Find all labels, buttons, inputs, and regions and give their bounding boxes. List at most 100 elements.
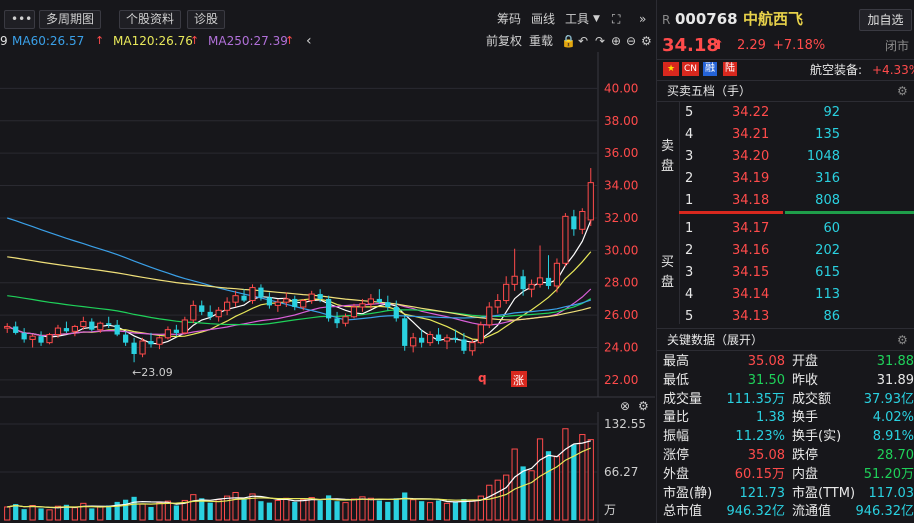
sector-name[interactable]: 航空装备:	[810, 62, 862, 78]
candle[interactable]	[131, 337, 137, 363]
draw-line-button[interactable]: 画线	[531, 11, 555, 28]
candle[interactable]	[13, 321, 19, 335]
key-label: 市盈(TTM)	[792, 485, 856, 501]
candle[interactable]	[579, 208, 586, 235]
fullscreen-icon[interactable]: ⛶	[612, 11, 620, 28]
candle[interactable]	[520, 269, 526, 296]
candle[interactable]	[511, 248, 518, 291]
kline-chart[interactable]: 40.00 38.00 36.00 34.00 32.00 30.00 28.00 26.00…	[0, 52, 655, 523]
key-data-settings-icon[interactable]: ⚙	[897, 332, 908, 348]
candle[interactable]	[587, 168, 594, 227]
zoom-out-icon[interactable]: ⊖	[626, 31, 636, 51]
candle[interactable]	[181, 316, 188, 335]
ask-row[interactable]: 2 34.19 316	[657, 168, 914, 190]
candle[interactable]	[334, 311, 340, 329]
chart-grid	[0, 52, 599, 397]
candle[interactable]	[419, 329, 425, 348]
key-value: 31.88	[876, 354, 914, 369]
candle[interactable]	[503, 276, 510, 304]
candle[interactable]	[164, 326, 172, 340]
candle[interactable]	[199, 300, 205, 316]
candle[interactable]	[241, 289, 247, 303]
candle[interactable]	[63, 321, 70, 333]
add-watchlist-button[interactable]: 加自选	[859, 9, 912, 31]
candle[interactable]	[528, 279, 535, 298]
level: 4	[685, 287, 694, 302]
bid-row[interactable]: 5 34.13 86	[657, 306, 914, 328]
candle[interactable]	[223, 297, 231, 316]
redo-icon[interactable]: ↷	[595, 31, 605, 51]
ask-row[interactable]: 3 34.20 1048	[657, 146, 914, 168]
adjust-button[interactable]: 前复权	[486, 31, 522, 51]
collapse-right-icon[interactable]: »	[639, 11, 646, 28]
candle[interactable]	[215, 307, 222, 322]
key-label: 涨停	[663, 448, 690, 463]
candle[interactable]	[562, 213, 569, 267]
candle[interactable]	[71, 324, 79, 337]
candle[interactable]	[325, 295, 332, 322]
candle[interactable]	[571, 209, 577, 236]
limit-up-marker[interactable]: 涨	[513, 374, 524, 387]
diagnose-button[interactable]: 诊股	[187, 10, 226, 29]
volume-settings-icon[interactable]: ⚙	[638, 399, 649, 413]
volume-close-icon[interactable]: ⊗	[620, 399, 630, 413]
overlay-button[interactable]: 重载	[529, 31, 553, 51]
key-data-row: 外盘 60.15万 内盘 51.20万	[657, 465, 914, 484]
candle[interactable]	[410, 332, 417, 353]
zoom-in-icon[interactable]: ⊕	[611, 31, 621, 51]
candle[interactable]	[376, 289, 382, 304]
candle[interactable]	[123, 331, 129, 346]
candle[interactable]	[486, 302, 493, 329]
candle-body	[587, 182, 594, 221]
multi-period-button[interactable]: 多周期图	[39, 10, 102, 29]
chips-button[interactable]: 筹码	[497, 11, 521, 28]
candle[interactable]	[190, 300, 197, 324]
bid-row[interactable]: 4 34.14 113	[657, 284, 914, 306]
candle[interactable]	[350, 303, 358, 319]
candle[interactable]	[4, 323, 11, 333]
candle[interactable]	[426, 331, 434, 346]
legend-prev-icon[interactable]: ‹	[306, 31, 312, 51]
candle[interactable]	[139, 337, 146, 358]
bid-row[interactable]: 1 34.17 60	[657, 218, 914, 240]
candle[interactable]	[114, 319, 120, 337]
candle[interactable]	[292, 295, 298, 311]
candle[interactable]	[545, 255, 552, 290]
candle[interactable]	[249, 284, 256, 304]
candle[interactable]	[536, 245, 544, 288]
key-data-title[interactable]: 关键数据（展开）	[667, 332, 763, 348]
q-marker[interactable]: q	[478, 371, 487, 385]
ask-row[interactable]: 5 34.22 92	[657, 102, 914, 124]
undo-icon[interactable]: ↶	[578, 31, 588, 51]
bid-row[interactable]: 2 34.16 202	[657, 240, 914, 262]
candle[interactable]	[477, 321, 484, 345]
candle[interactable]	[29, 334, 36, 348]
key-data-row: 涨停 35.08 跌停 28.70	[657, 446, 914, 465]
candle[interactable]	[148, 332, 154, 348]
candle[interactable]	[106, 316, 112, 329]
candle[interactable]	[21, 328, 27, 343]
candle[interactable]	[89, 318, 95, 332]
more-button[interactable]: •••	[4, 10, 35, 29]
tools-dropdown-icon[interactable]: ▼	[593, 11, 600, 28]
candle[interactable]	[443, 334, 451, 350]
lock-icon[interactable]: 🔒	[561, 31, 576, 51]
candle[interactable]	[308, 290, 315, 304]
candle[interactable]	[38, 331, 44, 346]
candle[interactable]	[494, 294, 501, 314]
candle[interactable]	[46, 332, 53, 345]
settings-gear-icon[interactable]: ⚙	[641, 31, 652, 51]
tools-button[interactable]: 工具	[565, 11, 589, 28]
candle-body	[571, 216, 577, 230]
candle[interactable]	[402, 315, 408, 351]
candle[interactable]	[266, 292, 273, 309]
bid-row[interactable]: 3 34.15 615	[657, 262, 914, 284]
stock-info-button[interactable]: 个股资料	[119, 10, 182, 29]
candle[interactable]	[274, 298, 281, 312]
orderbook-settings-icon[interactable]: ⚙	[897, 83, 908, 99]
ask-row[interactable]: 1 34.18 808	[657, 190, 914, 212]
candle[interactable]	[232, 290, 239, 308]
candle[interactable]	[435, 328, 442, 345]
volume-bar	[292, 501, 298, 520]
ask-row[interactable]: 4 34.21 135	[657, 124, 914, 146]
